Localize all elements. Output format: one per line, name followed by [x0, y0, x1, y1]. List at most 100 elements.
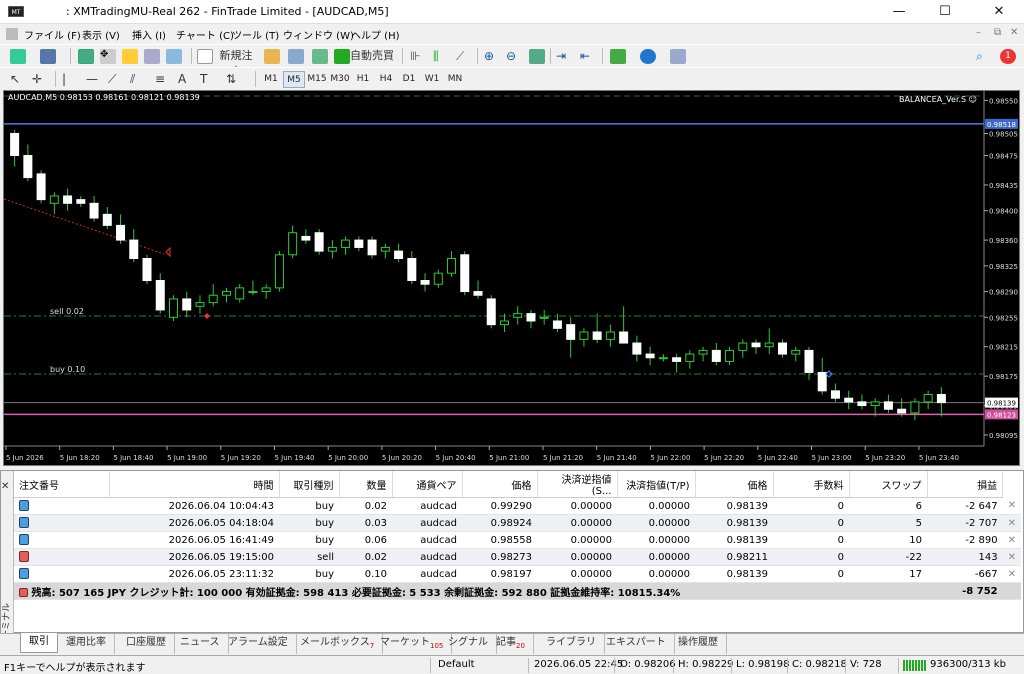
terminal-icon[interactable]	[144, 49, 160, 64]
tile-windows-icon[interactable]	[529, 49, 545, 64]
col-time[interactable]: 時間	[109, 471, 280, 498]
search-icon[interactable]: ⌕	[976, 49, 992, 64]
timeframe-m30[interactable]: M30	[329, 71, 351, 88]
cell-price: 0.99290	[462, 497, 537, 515]
tab-10[interactable]: エキスパート	[598, 634, 675, 654]
templates-icon[interactable]	[670, 49, 686, 64]
order-row[interactable]: 2026.06.05 19:15:00 sell 0.02 audcad 0.98273…	[14, 548, 1021, 566]
auto-trading-icon[interactable]	[334, 49, 350, 64]
vps-icon[interactable]	[288, 49, 304, 64]
mdi-minimize-button[interactable]: –	[976, 27, 981, 38]
bar-chart-icon[interactable]: ⊪	[410, 49, 426, 64]
timeframe-m1[interactable]: M1	[260, 71, 282, 88]
cell-type: buy	[279, 531, 339, 549]
col-tp[interactable]: 決済指値(T/P)	[617, 471, 696, 498]
auto-scroll-icon[interactable]: ⇥	[556, 49, 572, 64]
channel-icon[interactable]: ⫽	[130, 72, 146, 87]
timeframe-w1[interactable]: W1	[421, 71, 443, 88]
periods-icon[interactable]	[640, 49, 656, 64]
zoom-out-icon[interactable]: ⊖	[506, 49, 522, 64]
tab-8[interactable]: 記事20	[488, 634, 534, 654]
timeframe-d1[interactable]: D1	[398, 71, 420, 88]
timeframe-mn[interactable]: MN	[444, 71, 466, 88]
mdi-close-button[interactable]: ✕	[1010, 27, 1018, 38]
data-window-icon[interactable]: ✥	[100, 49, 116, 64]
timeframe-h1[interactable]: H1	[352, 71, 374, 88]
candle-body	[844, 397, 854, 403]
menu-tools[interactable]: ツール (T)	[232, 27, 279, 42]
new-chart-icon[interactable]	[10, 49, 26, 64]
timeframe-h4[interactable]: H4	[375, 71, 397, 88]
profiles-icon[interactable]	[40, 49, 56, 64]
fibonacci-icon[interactable]: ≡	[155, 72, 171, 87]
candlestick-icon[interactable]: ⫼	[433, 49, 449, 64]
col-current-price[interactable]: 価格	[695, 471, 774, 498]
signals-icon[interactable]	[312, 49, 328, 64]
col-order[interactable]: 注文番号	[14, 471, 110, 498]
tab-1[interactable]: 運用比率	[58, 634, 115, 654]
close-order-icon[interactable]: ✕	[1008, 535, 1016, 546]
col-price[interactable]: 価格	[462, 471, 538, 498]
col-sl[interactable]: 決済逆指値(S...	[537, 471, 618, 498]
order-row[interactable]: 2026.06.05 23:11:32 buy 0.10 audcad 0.98197 0…	[14, 565, 1021, 583]
auto-trading-button[interactable]: 自動売買	[350, 48, 394, 64]
close-order-icon[interactable]: ✕	[1008, 552, 1016, 563]
close-order-icon[interactable]: ✕	[1008, 500, 1016, 511]
menu-window[interactable]: ウィンドウ (W)	[283, 27, 354, 42]
tab-9[interactable]: ライブラリ	[538, 634, 605, 654]
arrows-icon[interactable]: ⇅	[226, 72, 242, 87]
app-logo-icon: MT	[8, 6, 24, 17]
candle-body	[89, 202, 99, 219]
navigator-icon[interactable]	[122, 49, 138, 64]
maximize-button[interactable]: ☐	[922, 0, 968, 24]
new-order-button[interactable]: 新規注文	[215, 48, 257, 78]
new-order-icon[interactable]	[197, 49, 213, 64]
trendline-icon[interactable]: ⟋	[108, 72, 124, 87]
vertical-line-icon[interactable]: |	[62, 72, 78, 87]
order-row[interactable]: 2026.06.05 04:18:04 buy 0.03 audcad 0.98924 0…	[14, 514, 1021, 532]
chart-shift-icon[interactable]: ⇤	[580, 49, 596, 64]
timeframe-m5[interactable]: M5	[283, 71, 305, 88]
close-order-icon[interactable]: ✕	[1008, 518, 1016, 529]
col-swap[interactable]: スワップ	[849, 471, 928, 498]
indicators-icon[interactable]	[610, 49, 626, 64]
order-row[interactable]: 2026.06.04 10:04:43 buy 0.02 audcad 0.99290 0…	[14, 497, 1021, 515]
tab-0[interactable]: 取引	[20, 633, 58, 653]
tab-4[interactable]: アラーム設定	[220, 634, 297, 654]
tab-11[interactable]: 操作履歴	[670, 634, 727, 654]
timeframe-m15[interactable]: M15	[306, 71, 328, 88]
col-commission[interactable]: 手数料	[773, 471, 850, 498]
col-type[interactable]: 取引種別	[279, 471, 340, 498]
chart-window-icon[interactable]	[6, 28, 18, 40]
zoom-in-icon[interactable]: ⊕	[484, 49, 500, 64]
order-row[interactable]: 2026.06.05 16:41:49 buy 0.06 audcad 0.98558 0…	[14, 531, 1021, 549]
notification-badge[interactable]: 1	[1000, 49, 1016, 64]
menu-view[interactable]: 表示 (V)	[82, 27, 120, 42]
menu-file[interactable]: ファイル (F)	[24, 27, 81, 42]
menu-chart[interactable]: チャート (C)	[176, 27, 234, 42]
price-chart[interactable]: 0.98550 0.98505 0.98475 0.98435 0.98400 0.983…	[3, 90, 1020, 466]
cursor-icon[interactable]: ↖	[10, 72, 26, 87]
text-icon[interactable]: A	[178, 72, 194, 87]
close-button[interactable]: ✕	[976, 0, 1022, 24]
market-watch-icon[interactable]	[78, 49, 94, 64]
menu-help[interactable]: ヘルプ (H)	[351, 27, 400, 42]
crosshair-icon[interactable]: ✛	[32, 72, 48, 87]
mdi-restore-button[interactable]: ⧉	[994, 27, 1001, 38]
minimize-button[interactable]: —	[876, 0, 922, 24]
tab-2[interactable]: 口座履歴	[118, 634, 175, 654]
terminal-side-bar[interactable]: ✕ ターミナル	[1, 471, 14, 648]
strategy-tester-icon[interactable]	[166, 49, 182, 64]
text-label-icon[interactable]: T	[200, 72, 216, 87]
line-chart-icon[interactable]: ⟋	[456, 49, 472, 64]
col-profit[interactable]: 損益	[927, 471, 1004, 498]
horizontal-line-icon[interactable]: —	[86, 72, 102, 87]
col-volume[interactable]: 数量	[339, 471, 393, 498]
tab-5[interactable]: メールボックス7	[292, 634, 384, 654]
order-type-icon	[19, 534, 29, 546]
col-pair[interactable]: 通貨ペア	[392, 471, 463, 498]
close-order-icon[interactable]: ✕	[1008, 569, 1016, 580]
menu-insert[interactable]: 挿入 (I)	[132, 27, 166, 42]
metaeditor-icon[interactable]	[264, 49, 280, 64]
candle-body	[76, 199, 86, 204]
